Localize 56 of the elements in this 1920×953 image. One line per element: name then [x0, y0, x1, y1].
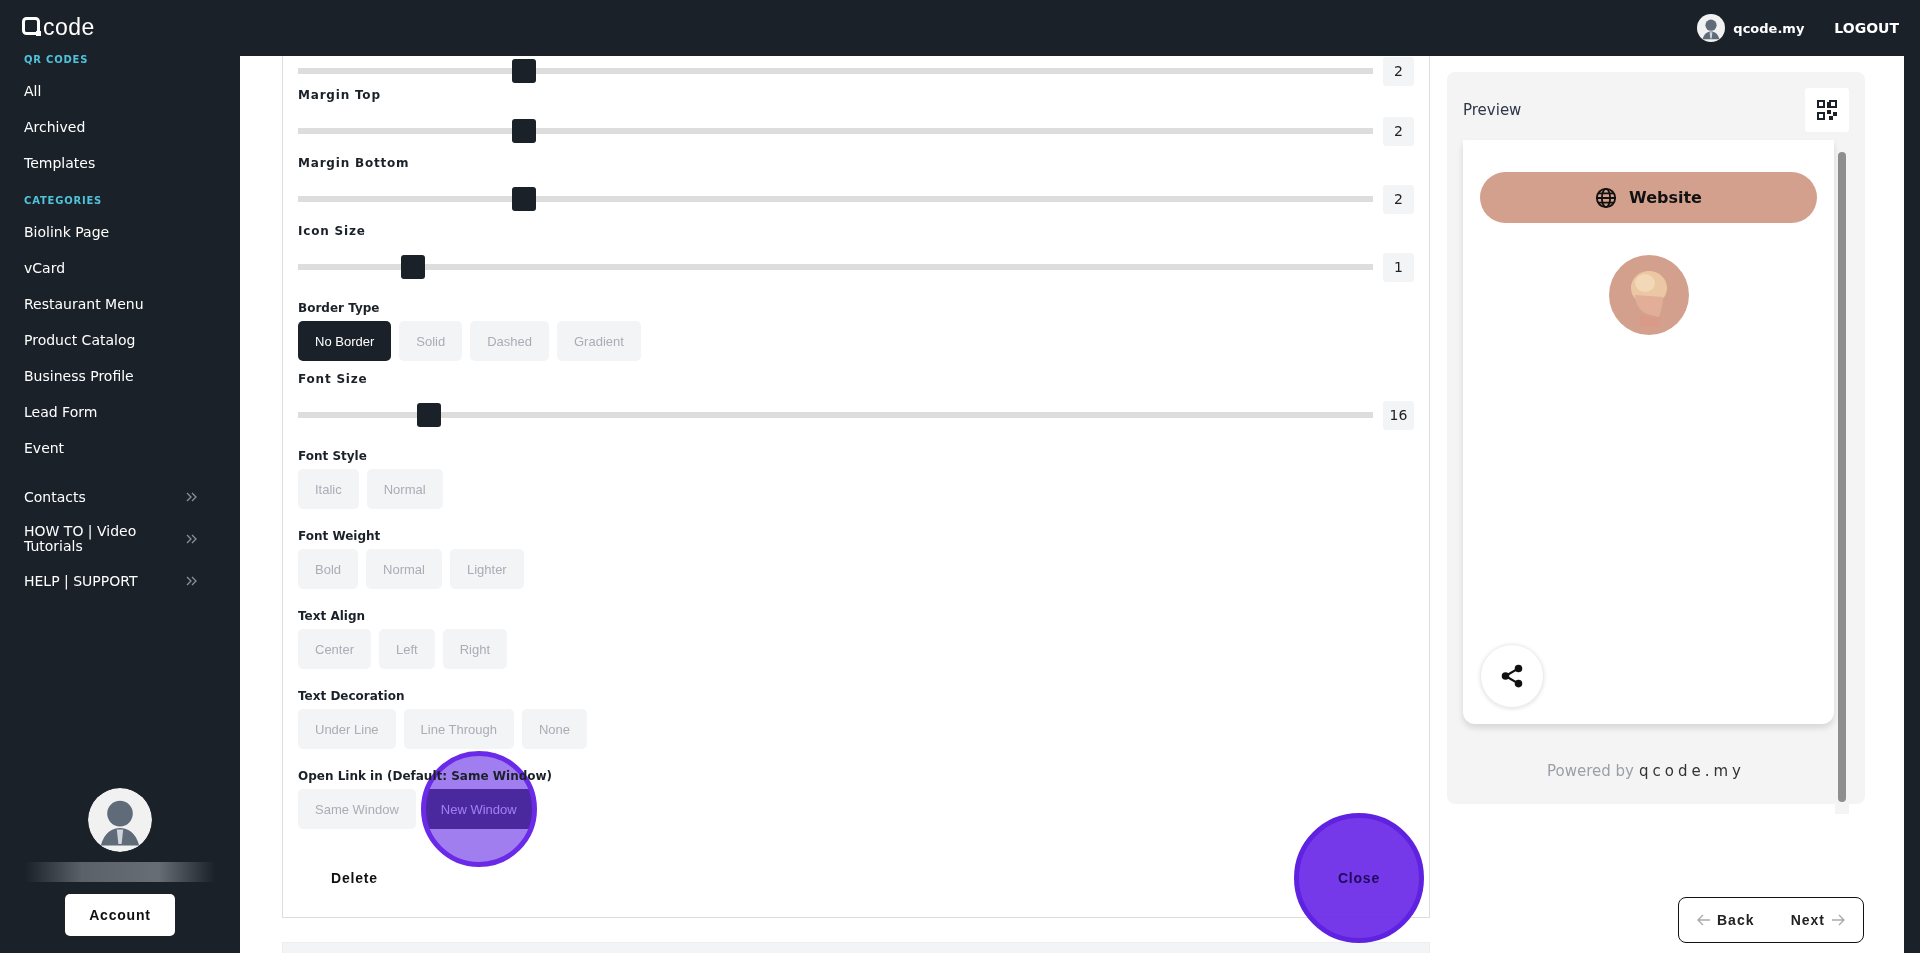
sidebar-item[interactable]: vCard: [0, 250, 240, 286]
slider-thumb[interactable]: [511, 119, 536, 143]
qr-button[interactable]: [1805, 88, 1849, 132]
sidebar-item[interactable]: HOW TO | Video Tutorials: [0, 518, 240, 560]
sidebar-item[interactable]: HELP | SUPPORT: [0, 560, 240, 602]
field-label: Margin Top: [298, 87, 381, 104]
field-label: Font Weight: [298, 528, 381, 545]
next-button[interactable]: Next: [1790, 912, 1845, 928]
logout-link[interactable]: LOGOUT: [1834, 20, 1899, 36]
value-box: 2: [1383, 116, 1414, 146]
share-icon: [1499, 663, 1525, 689]
sidebar-item[interactable]: Business Profile: [0, 358, 240, 394]
powered-by-text: Powered by: [1547, 762, 1634, 780]
section-heading: QR CODES: [23, 53, 90, 67]
share-button[interactable]: [1480, 644, 1544, 708]
qr-code-icon: [1817, 100, 1837, 120]
avatar-icon[interactable]: [1697, 14, 1726, 42]
avatar-icon: [88, 788, 152, 852]
field-label: Icon Size: [298, 223, 366, 240]
slider-thumb[interactable]: [511, 59, 536, 83]
sidebar-item[interactable]: Lead Form: [0, 394, 240, 430]
arrow-right-icon: [1831, 914, 1845, 926]
globe-icon: [1595, 186, 1618, 209]
logo-icon: [22, 17, 42, 37]
back-button[interactable]: Back: [1697, 912, 1755, 928]
value-box: 2: [1383, 56, 1414, 86]
field-label: Text Decoration: [298, 688, 405, 705]
field-label: Font Style: [298, 448, 367, 465]
username[interactable]: qcode.my: [1733, 20, 1805, 36]
sidebar-item[interactable]: Event: [0, 430, 240, 466]
value-box: 2: [1383, 184, 1414, 214]
sidebar-item[interactable]: Restaurant Menu: [0, 286, 240, 322]
website-button[interactable]: Website: [1480, 172, 1817, 223]
sidebar-item[interactable]: All: [0, 73, 240, 109]
option-button[interactable]: No Border: [298, 321, 392, 361]
slider-thumb[interactable]: [417, 403, 442, 427]
arrow-left-icon: [1697, 914, 1711, 926]
brand-name: qcode.my: [1639, 762, 1745, 780]
preview-title: Preview: [1463, 101, 1522, 119]
field-label: Margin Bottom: [298, 155, 410, 172]
slider-thumb[interactable]: [511, 187, 536, 211]
field-label: Text Align: [298, 608, 366, 625]
sidebar-item[interactable]: Archived: [0, 109, 240, 145]
sidebar-item[interactable]: Contacts: [0, 476, 240, 518]
value-box: 1: [1383, 252, 1414, 282]
field-label: Font Size: [298, 371, 368, 388]
value-box: 16: [1383, 400, 1414, 430]
logo[interactable]: code: [22, 14, 240, 40]
sidebar-item[interactable]: Biolink Page: [0, 214, 240, 250]
section-heading: CATEGORIES: [23, 194, 104, 208]
delete-button[interactable]: Delete: [316, 864, 393, 892]
sidebar-item[interactable]: Templates: [0, 145, 240, 181]
field-label: Border Type: [298, 300, 380, 317]
account-button[interactable]: Account: [65, 894, 175, 936]
slider-thumb[interactable]: [401, 255, 425, 279]
sidebar-item[interactable]: Product Catalog: [0, 322, 240, 358]
